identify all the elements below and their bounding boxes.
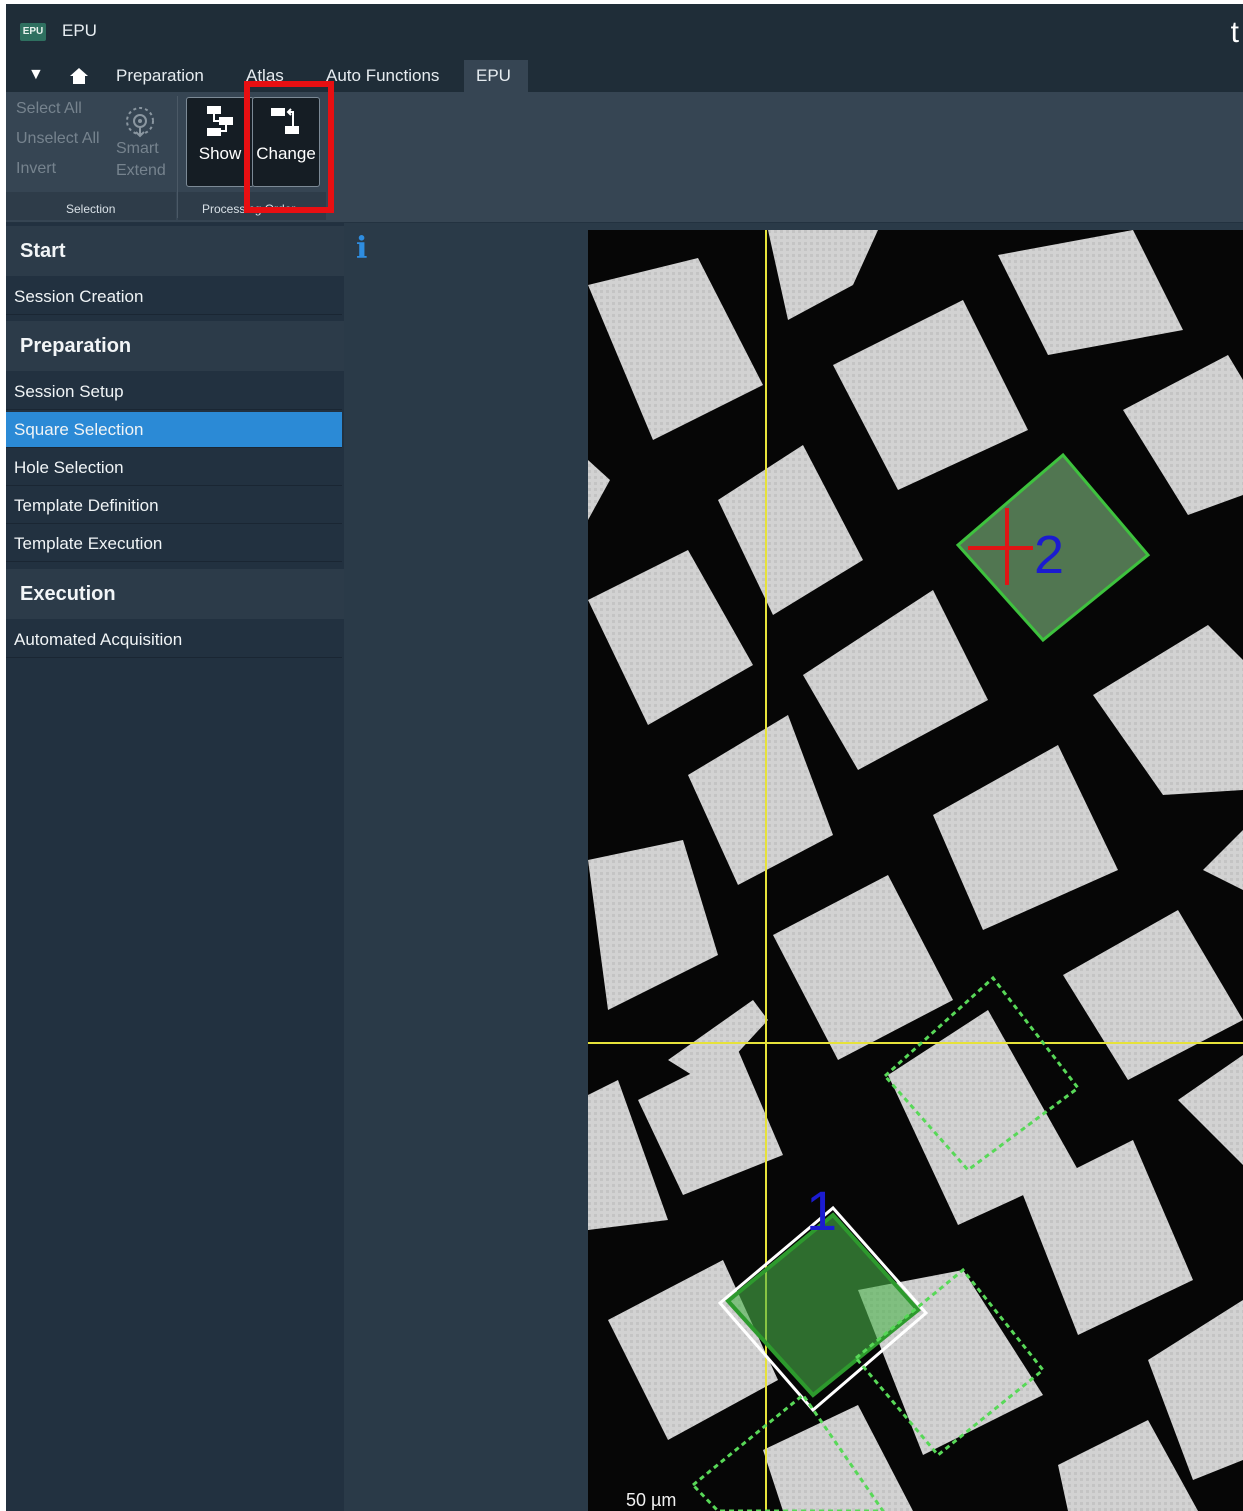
epu-window: EPU EPU t ▼ Preparation Atlas Auto Funct… xyxy=(6,4,1243,1511)
grid-atlas-viewer[interactable]: 2 1 50 µm xyxy=(588,230,1243,1511)
title-bar: EPU EPU t xyxy=(6,4,1243,60)
workflow-sidebar: Start Session Creation Preparation Sessi… xyxy=(6,223,344,1511)
smart-extend-icon xyxy=(126,107,154,138)
menu-dropdown-icon[interactable]: ▼ xyxy=(28,66,44,84)
unselect-all-button[interactable]: Unselect All xyxy=(16,130,100,148)
invert-button[interactable]: Invert xyxy=(16,160,56,178)
sidebar-item-square-selection[interactable]: Square Selection xyxy=(6,412,342,448)
sidebar-item-template-definition[interactable]: Template Definition xyxy=(6,488,342,524)
selection-group-label: Selection xyxy=(66,202,116,216)
flowchart-icon xyxy=(207,106,233,136)
marker-2: 2 xyxy=(1034,525,1064,585)
info-icon[interactable]: i xyxy=(356,231,367,266)
tab-row: ▼ Preparation Atlas Auto Functions EPU xyxy=(6,60,1243,92)
tab-epu[interactable]: EPU xyxy=(464,60,528,92)
section-start[interactable]: Start xyxy=(6,226,344,276)
ribbon-toolbar: Select All Unselect All Invert Smart Ext… xyxy=(6,92,1243,223)
marker-1: 1 xyxy=(806,1179,837,1242)
section-preparation[interactable]: Preparation xyxy=(6,321,344,371)
ribbon-separator xyxy=(177,96,178,218)
sidebar-item-session-creation[interactable]: Session Creation xyxy=(6,279,342,315)
home-icon[interactable] xyxy=(69,66,89,86)
highlight-annotation-box xyxy=(244,81,334,213)
sidebar-item-automated-acquisition[interactable]: Automated Acquisition xyxy=(6,622,342,658)
grid-square-image[interactable]: 2 1 xyxy=(588,230,1243,1511)
app-title: EPU xyxy=(62,21,97,40)
scale-bar-label: 50 µm xyxy=(626,1490,677,1510)
info-panel: i xyxy=(344,223,588,1511)
app-logo: EPU xyxy=(20,23,46,41)
tab-auto-functions[interactable]: Auto Functions xyxy=(314,60,451,92)
section-execution[interactable]: Execution xyxy=(6,569,344,619)
smart-extend-button[interactable]: Smart xyxy=(116,140,159,158)
sidebar-item-hole-selection[interactable]: Hole Selection xyxy=(6,450,342,486)
select-all-button[interactable]: Select All xyxy=(16,100,82,118)
sidebar-item-template-execution[interactable]: Template Execution xyxy=(6,526,342,562)
tab-preparation[interactable]: Preparation xyxy=(104,60,216,92)
sidebar-item-session-setup[interactable]: Session Setup xyxy=(6,374,342,410)
smart-extend-label-line2: Extend xyxy=(116,162,166,179)
title-corner-text: t xyxy=(1230,16,1239,49)
